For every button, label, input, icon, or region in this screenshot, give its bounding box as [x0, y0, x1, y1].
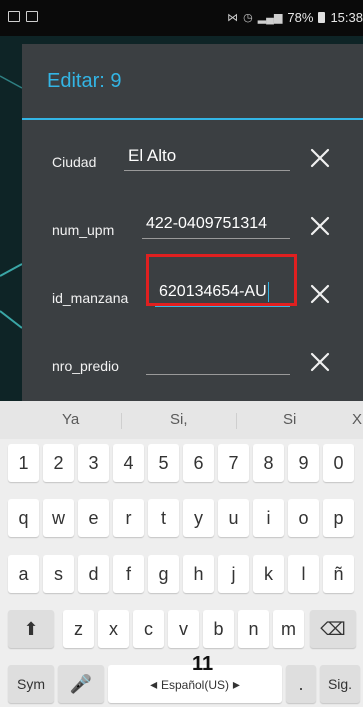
key-2[interactable]: 2 [43, 444, 74, 482]
suggestion-item[interactable]: Si, [170, 411, 188, 428]
key-ñ[interactable]: ñ [323, 555, 354, 593]
close-icon [310, 352, 330, 372]
nfc-icon: ⋈ [227, 12, 239, 24]
suggestion-divider [236, 413, 237, 429]
suggestion-item[interactable]: Ya [62, 411, 79, 428]
key-8[interactable]: 8 [253, 444, 284, 482]
nro-predio-input[interactable] [146, 347, 290, 375]
key-n[interactable]: n [238, 610, 269, 648]
field-row-num-upm: num_upm 422-0409751314 [22, 208, 363, 248]
key-a[interactable]: a [8, 555, 39, 593]
next-key[interactable]: Sig. [320, 665, 360, 703]
clear-num-upm-button[interactable] [308, 214, 332, 238]
key-9[interactable]: 9 [288, 444, 319, 482]
notification-icon [8, 11, 20, 22]
key-7[interactable]: 7 [218, 444, 249, 482]
space-label: Español(US) [160, 678, 230, 692]
clear-nro-predio-button[interactable] [308, 350, 332, 374]
key-r[interactable]: r [113, 499, 144, 537]
sym-key[interactable]: Sym [8, 665, 54, 703]
ciudad-input[interactable]: El Alto [124, 143, 290, 171]
shift-icon: ⬆ [23, 619, 39, 639]
chevron-right-icon: ▸ [232, 676, 240, 692]
field-row-nro-predio: nro_predio [22, 344, 363, 384]
key-q[interactable]: q [8, 499, 39, 537]
key-5[interactable]: 5 [148, 444, 179, 482]
key-h[interactable]: h [183, 555, 214, 593]
key-d[interactable]: d [78, 555, 109, 593]
suggestion-item[interactable]: Si [283, 411, 296, 428]
field-label: nro_predio [52, 358, 119, 374]
close-icon [310, 216, 330, 236]
signal-icon: ▂▄▆ [257, 12, 283, 24]
key-x[interactable]: x [98, 610, 129, 648]
battery-percent: 78% [287, 10, 314, 25]
key-o[interactable]: o [288, 499, 319, 537]
notification-icons [8, 11, 38, 22]
clear-ciudad-button[interactable] [308, 146, 332, 170]
field-label: num_upm [52, 222, 115, 238]
key-t[interactable]: t [148, 499, 179, 537]
status-icons: ⋈ ◷ ▂▄▆ 78% 15:38 [227, 10, 363, 25]
backspace-key[interactable]: ⌫ [310, 610, 356, 648]
key-s[interactable]: s [43, 555, 74, 593]
key-w[interactable]: w [43, 499, 74, 537]
title-divider [22, 118, 363, 120]
page-number: 11 [192, 653, 214, 675]
key-k[interactable]: k [253, 555, 284, 593]
close-icon [310, 284, 330, 304]
suggestion-bar: Ya Si, Si X [0, 401, 363, 439]
key-m[interactable]: m [273, 610, 304, 648]
field-label: Ciudad [52, 154, 97, 170]
key-j[interactable]: j [218, 555, 249, 593]
key-g[interactable]: g [148, 555, 179, 593]
num-upm-input[interactable]: 422-0409751314 [142, 211, 290, 239]
key-f[interactable]: f [113, 555, 144, 593]
key-6[interactable]: 6 [183, 444, 214, 482]
key-1[interactable]: 1 [8, 444, 39, 482]
key-3[interactable]: 3 [78, 444, 109, 482]
key-p[interactable]: p [323, 499, 354, 537]
key-v[interactable]: v [168, 610, 199, 648]
suggestion-divider [121, 413, 122, 429]
key-e[interactable]: e [78, 499, 109, 537]
key-4[interactable]: 4 [113, 444, 144, 482]
shift-key[interactable]: ⬆ [8, 610, 54, 648]
notification-icon [26, 11, 38, 22]
status-bar: ⋈ ◷ ▂▄▆ 78% 15:38 [0, 0, 363, 36]
edit-dialog: Editar: 9 Ciudad El Alto num_upm 422-040… [22, 44, 363, 404]
clock: 15:38 [330, 10, 363, 25]
screen: ⋈ ◷ ▂▄▆ 78% 15:38 Editar: 9 Ciudad El Al… [0, 0, 363, 707]
battery-icon [318, 12, 326, 23]
dialog-title: Editar: 9 [47, 70, 122, 92]
key-y[interactable]: y [183, 499, 214, 537]
key-z[interactable]: z [63, 610, 94, 648]
clear-id-manzana-button[interactable] [308, 282, 332, 306]
mic-key[interactable]: 🎤 [58, 665, 104, 703]
key-i[interactable]: i [253, 499, 284, 537]
close-icon [310, 148, 330, 168]
key-0[interactable]: 0 [323, 444, 354, 482]
suggestion-item[interactable]: X [352, 411, 362, 428]
backspace-icon: ⌫ [320, 619, 346, 639]
highlight-box [146, 254, 297, 306]
alarm-icon: ◷ [243, 12, 253, 24]
key-u[interactable]: u [218, 499, 249, 537]
key-b[interactable]: b [203, 610, 234, 648]
period-key[interactable]: . [286, 665, 316, 703]
chevron-left-icon: ◂ [150, 676, 158, 692]
key-l[interactable]: l [288, 555, 319, 593]
key-c[interactable]: c [133, 610, 164, 648]
keyboard: Ya Si, Si X 1234567890 qwertyuiop asdfghjk… [0, 401, 363, 707]
microphone-icon: 🎤 [69, 674, 93, 694]
field-label: id_manzana [52, 290, 129, 306]
field-row-ciudad: Ciudad El Alto [22, 140, 363, 180]
